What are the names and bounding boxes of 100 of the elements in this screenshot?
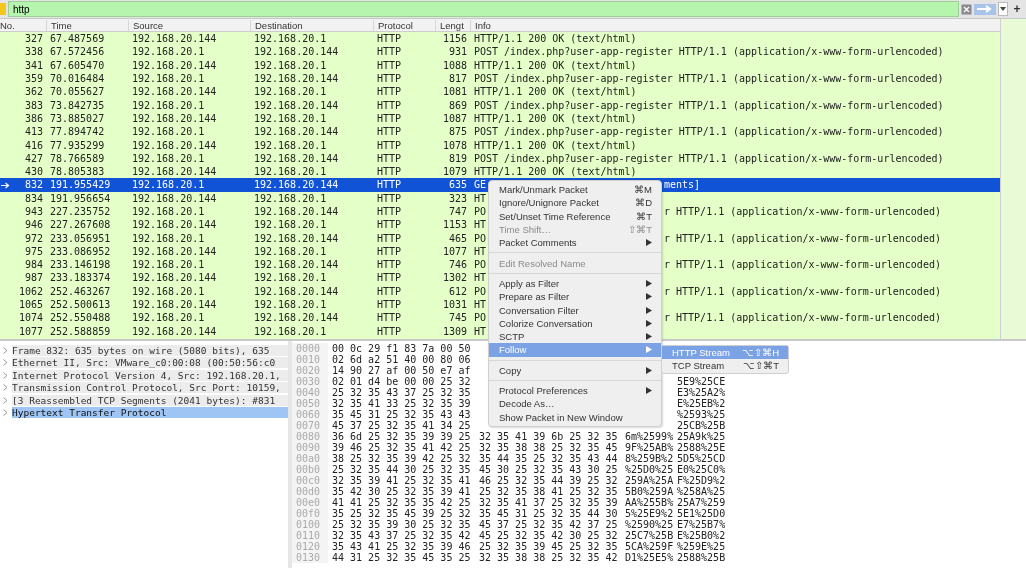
- ascii-text: D1%25E5%: [625, 552, 674, 563]
- arrow-icon: [976, 5, 994, 13]
- ascii-text: 8%259B%2: [625, 453, 674, 464]
- table-cell: 465: [448, 232, 467, 244]
- ascii-text: 5E1%25D0: [677, 508, 726, 519]
- arrow-icon: [1, 182, 10, 190]
- table-cell: HTTP/1.1 200 OK (text/html): [474, 139, 637, 151]
- table-cell: HTTP/1.1 200 OK (text/html): [474, 86, 637, 98]
- table-cell: 192.168.20.1: [132, 99, 205, 111]
- table-cell: 1077: [18, 325, 43, 337]
- menu-item[interactable]: Ignore/Unignore Packet ⌘D: [489, 196, 661, 210]
- offset-label: 0080: [296, 431, 321, 442]
- table-cell: 819: [448, 152, 467, 164]
- caret-icon: [1000, 7, 1006, 11]
- table-cell: HTTP: [377, 46, 402, 58]
- menu-item[interactable]: Packet Comments: [489, 236, 661, 250]
- tree-item[interactable]: Hypertext Transfer Protocol: [12, 407, 288, 419]
- offset-label: 00f0: [296, 508, 321, 519]
- tree-item[interactable]: [3 Reassembled TCP Segments (2041 bytes): #831: [12, 394, 288, 406]
- tree-item[interactable]: Internet Protocol Version 4, Src: 192.168.20.1,: [12, 369, 288, 381]
- menu-item[interactable]: Copy: [489, 363, 661, 377]
- table-cell: POST /index.php?user-app-register HTTP/1.1 (application/x-www-form-urlencoded): [474, 99, 944, 111]
- table-cell: 192.168.20.144: [132, 245, 217, 257]
- table-cell: 192.168.20.1: [254, 299, 327, 311]
- offset-label: 0100: [296, 519, 321, 530]
- submenu-arrow-icon: [646, 366, 652, 374]
- ascii-text: 25A9k%25: [677, 431, 726, 442]
- table-cell: HTTP: [377, 232, 402, 244]
- offset-label: 0040: [296, 387, 321, 398]
- column-header[interactable]: Destination: [250, 19, 373, 31]
- table-cell: HTTP: [377, 219, 402, 231]
- offset-label: 0050: [296, 398, 321, 409]
- menu-item[interactable]: Set/Unset Time Reference ⌘T: [489, 209, 661, 223]
- table-cell: 943: [24, 206, 43, 217]
- table-cell: 1088: [442, 59, 467, 71]
- table-cell: 1079: [442, 166, 467, 178]
- column-header[interactable]: Protocol: [373, 19, 435, 31]
- add-filter-button[interactable]: +: [1010, 2, 1024, 16]
- menu-item[interactable]: Conversation Filter: [489, 303, 661, 317]
- table-cell: r HTTP/1.1 (application/x-www-form-urlencoded): [664, 285, 941, 297]
- table-cell: 875: [448, 126, 467, 138]
- menu-item[interactable]: Prepare as Filter: [489, 290, 661, 304]
- submenu-arrow-icon: [646, 239, 652, 247]
- menu-item[interactable]: Colorize Conversation: [489, 316, 661, 330]
- menu-item[interactable]: Decode As…: [489, 397, 661, 411]
- table-cell: 338: [24, 46, 43, 58]
- table-cell: POST /index.php?user-app-register HTTP/1.1 (application/x-www-form-urlencoded): [474, 46, 944, 58]
- column-header[interactable]: Lengt: [435, 19, 470, 31]
- menu-item[interactable]: SCTP: [489, 329, 661, 344]
- table-cell: 1087: [442, 112, 467, 124]
- table-cell: 192.168.20.144: [132, 299, 217, 311]
- table-cell: 1074: [18, 312, 43, 324]
- table-cell: 73.842735: [50, 99, 105, 111]
- table-cell: HTTP: [377, 299, 402, 311]
- table-cell: 987: [24, 272, 43, 284]
- table-cell: 869: [448, 99, 467, 111]
- tree-item[interactable]: Transmission Control Protocol, Src Port: 10159,: [12, 382, 288, 394]
- table-cell: 192.168.20.144: [254, 126, 339, 138]
- hex-bytes: 35 45 31 25 32 35 43 43: [332, 409, 471, 420]
- table-cell: 192.168.20.1: [132, 259, 205, 271]
- table-cell: 192.168.20.144: [254, 99, 339, 111]
- table-cell: 1077: [442, 245, 467, 257]
- table-cell: HT: [474, 245, 487, 257]
- tree-item[interactable]: Frame 832: 635 bytes on wire (5080 bits), 635: [12, 344, 288, 356]
- table-cell: HTTP: [377, 192, 402, 204]
- tree-item[interactable]: Ethernet II, Src: VMware_c0:00:08 (00:50:56:c0: [12, 357, 288, 369]
- table-cell: 362: [24, 86, 43, 98]
- offset-label: 0070: [296, 420, 321, 431]
- table-cell: 192.168.20.1: [254, 112, 327, 124]
- table-cell: HTTP/1.1 200 OK (text/html): [474, 33, 637, 45]
- table-cell: 192.168.20.144: [132, 166, 217, 178]
- column-header[interactable]: Source: [128, 19, 250, 31]
- column-header[interactable]: No.: [0, 19, 46, 31]
- offset-label: 0060: [296, 409, 321, 420]
- column-header[interactable]: Time: [46, 19, 128, 31]
- dropdown-button[interactable]: [998, 2, 1008, 16]
- menu-item[interactable]: Show Packet in New Window: [489, 410, 661, 424]
- filter-field[interactable]: http: [8, 1, 959, 17]
- clear-button[interactable]: [961, 3, 972, 15]
- table-cell: 1156: [442, 33, 467, 45]
- ascii-text: %25D0%25: [625, 464, 674, 475]
- table-cell: 252.550488: [50, 312, 111, 324]
- table-cell: 192.168.20.144: [254, 152, 339, 164]
- menu-item[interactable]: TCP Stream ⌥⇧⌘T: [662, 359, 788, 373]
- ascii-text: 5%25E9%2: [625, 508, 674, 519]
- table-cell: 1065: [18, 299, 43, 311]
- hex-bytes: 25 32 35 39 45 25 32 35: [479, 541, 618, 552]
- table-cell: 192.168.20.144: [132, 272, 217, 284]
- table-cell: 834: [24, 192, 43, 204]
- hex-bytes: 32 35 38 38 25 32 35 45: [479, 442, 618, 453]
- table-cell: 233.183374: [50, 272, 111, 284]
- ascii-text: AA%255B%: [625, 497, 674, 508]
- table-cell: HTTP: [377, 126, 402, 138]
- menu-item[interactable]: Mark/Unmark Packet ⌘M: [489, 183, 661, 197]
- scrollbar[interactable]: [1000, 19, 1026, 339]
- table-cell: r HTTP/1.1 (application/x-www-form-urlencoded): [664, 206, 941, 217]
- table-cell: 192.168.20.1: [254, 33, 327, 45]
- menu-item[interactable]: Protocol Preferences: [489, 383, 661, 398]
- menu-item[interactable]: Apply as Filter: [489, 276, 661, 291]
- table-cell: 252.463267: [50, 285, 111, 297]
